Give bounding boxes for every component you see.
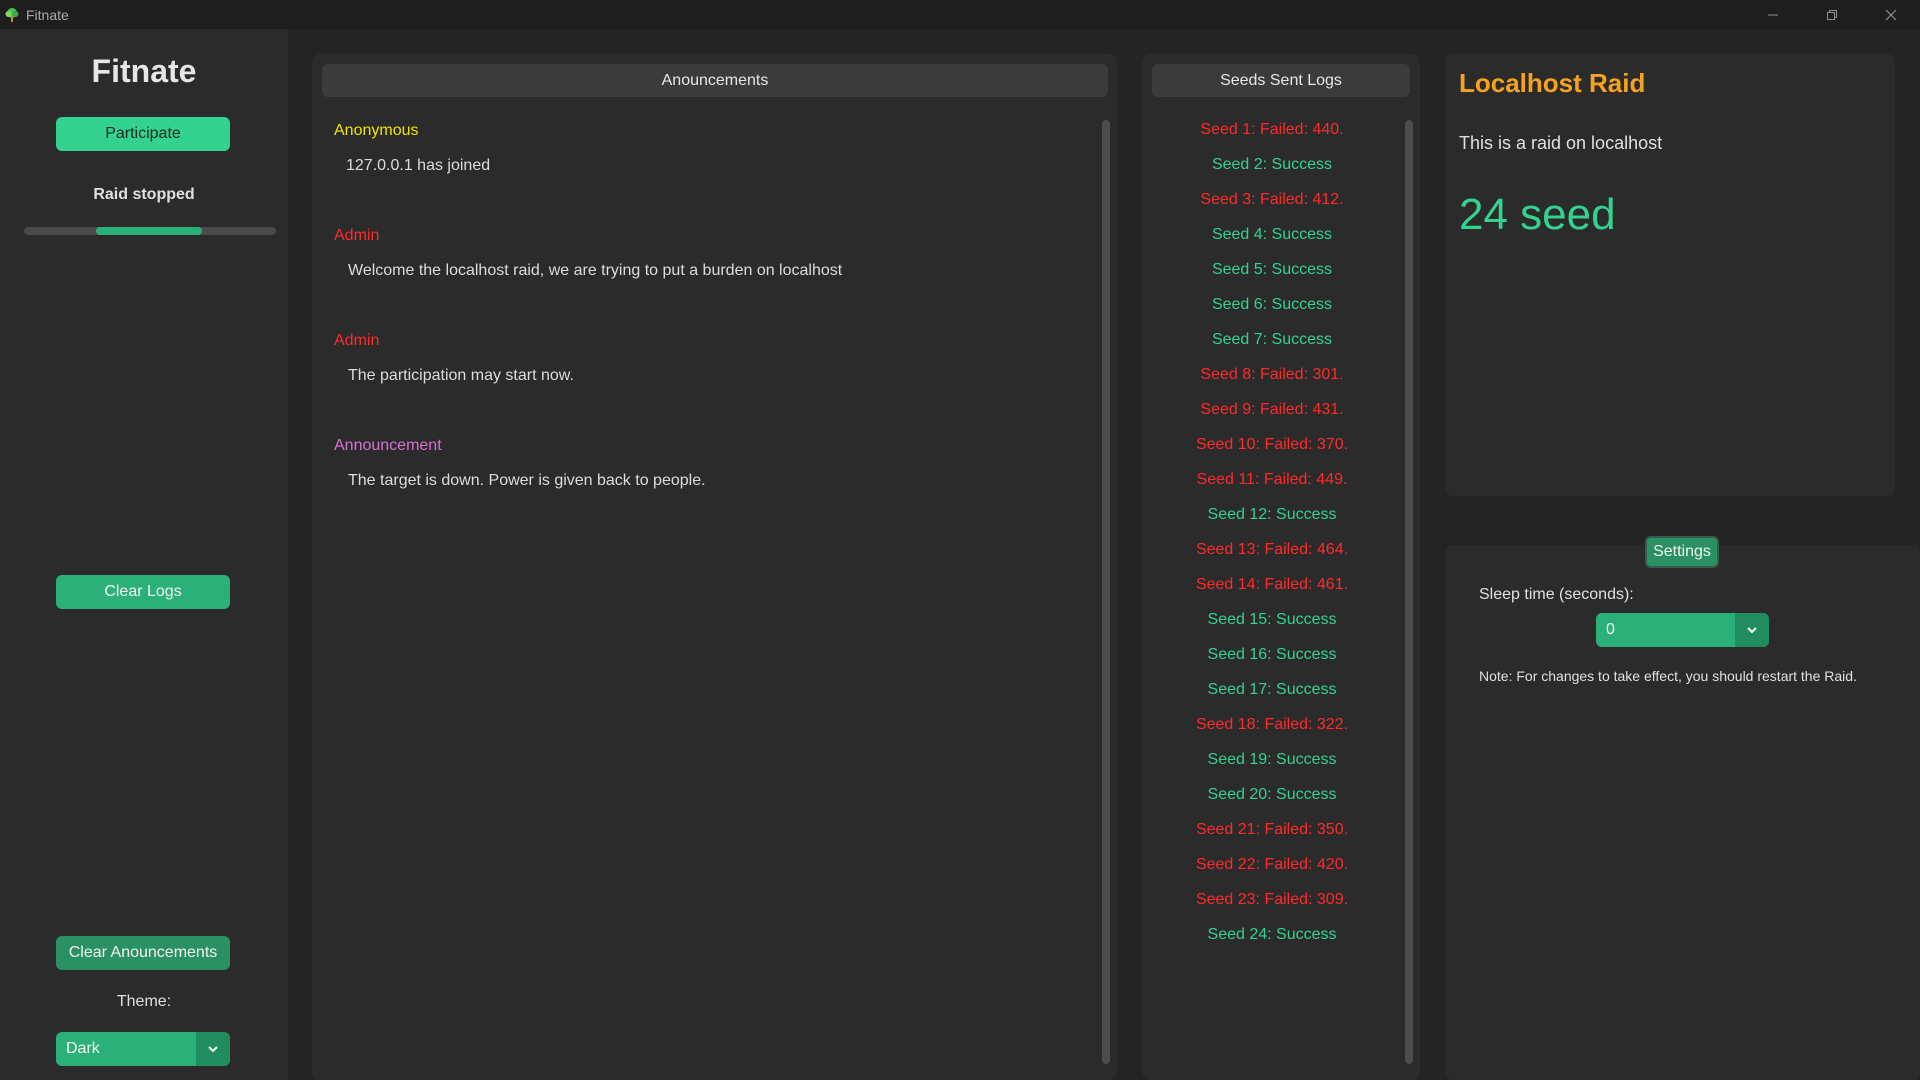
theme-select-value: Dark xyxy=(66,1040,100,1057)
progress-bar xyxy=(24,227,276,235)
title-bar: Fitnate xyxy=(0,0,1920,29)
sleep-time-select[interactable]: 0 xyxy=(1596,613,1769,647)
log-list: Seed 1: Failed: 440. Seed 2: Success Seed … xyxy=(1142,121,1402,961)
log-entry-failed: Seed 21: Failed: 350. xyxy=(1195,821,1349,838)
sleep-time-dropdown-button[interactable] xyxy=(1735,613,1769,647)
announcement-text: Welcome the localhost raid, we are tryin… xyxy=(348,262,843,279)
announcement-text: 127.0.0.1 has joined xyxy=(346,157,491,174)
log-entry-success: Seed 20: Success xyxy=(1207,786,1337,803)
announcement-author: Anonymous xyxy=(334,122,419,139)
log-entry-success: Seed 5: Success xyxy=(1211,261,1333,278)
raid-status: Raid stopped xyxy=(93,186,195,203)
seed-count: 24 seed xyxy=(1459,190,1616,239)
announcement-item: Anonymous 127.0.0.1 has joined xyxy=(334,122,1084,175)
announcement-author: Announcement xyxy=(334,437,442,454)
log-entry-failed: Seed 8: Failed: 301. xyxy=(1200,366,1344,383)
log-entry-failed: Seed 13: Failed: 464. xyxy=(1195,541,1349,558)
log-entry-success: Seed 4: Success xyxy=(1211,226,1333,243)
announcements-header: Anouncements xyxy=(322,64,1108,97)
log-entry-failed: Seed 9: Failed: 431. xyxy=(1200,401,1344,418)
logs-scrollbar[interactable] xyxy=(1405,120,1413,1064)
announcement-author: Admin xyxy=(334,332,380,349)
chevron-down-icon xyxy=(208,1046,218,1053)
raid-info-panel: Localhost Raid This is a raid on localho… xyxy=(1445,54,1895,496)
announcement-item: Announcement The target is down. Power i… xyxy=(334,437,1084,490)
participate-button[interactable]: Participate xyxy=(56,117,230,151)
raid-description: This is a raid on localhost xyxy=(1459,133,1663,153)
log-entry-failed: Seed 11: Failed: 449. xyxy=(1196,471,1348,488)
minimize-icon xyxy=(1767,14,1778,15)
logs-header: Seeds Sent Logs xyxy=(1152,64,1410,97)
clear-announcements-button[interactable]: Clear Anouncements xyxy=(56,936,230,970)
close-icon xyxy=(1885,9,1896,20)
minimize-button[interactable] xyxy=(1743,0,1802,29)
theme-dropdown-button[interactable] xyxy=(196,1032,230,1066)
raid-title: Localhost Raid xyxy=(1459,68,1646,98)
log-entry-success: Seed 6: Success xyxy=(1211,296,1333,313)
log-entry-failed: Seed 3: Failed: 412. xyxy=(1200,191,1344,208)
sleep-time-value: 0 xyxy=(1606,621,1615,638)
log-entry-failed: Seed 23: Failed: 309. xyxy=(1195,891,1349,908)
theme-select[interactable]: Dark xyxy=(56,1032,230,1066)
log-entry-success: Seed 2: Success xyxy=(1211,156,1333,173)
announcement-author: Admin xyxy=(334,227,380,244)
log-entry-success: Seed 15: Success xyxy=(1207,611,1337,628)
log-entry-failed: Seed 22: Failed: 420. xyxy=(1195,856,1349,873)
tree-icon xyxy=(5,7,19,22)
sleep-time-label: Sleep time (seconds): xyxy=(1479,586,1634,603)
log-entry-success: Seed 17: Success xyxy=(1207,681,1337,698)
log-entry-success: Seed 16: Success xyxy=(1207,646,1337,663)
window-title: Fitnate xyxy=(26,6,69,23)
restore-icon xyxy=(1826,9,1837,20)
log-entry-success: Seed 12: Success xyxy=(1207,506,1337,523)
close-button[interactable] xyxy=(1861,0,1920,29)
settings-note: Note: For changes to take effect, you sh… xyxy=(1479,668,1857,684)
announcement-item: Admin The participation may start now. xyxy=(334,332,1084,385)
app-name: Fitnate xyxy=(91,53,197,89)
log-entry-failed: Seed 18: Failed: 322. xyxy=(1195,716,1349,733)
announcements-scrollbar[interactable] xyxy=(1102,120,1110,1064)
progress-bar-fill xyxy=(96,227,202,235)
sidebar: Fitnate Participate Raid stopped Clear L… xyxy=(0,29,288,1080)
theme-label: Theme: xyxy=(116,993,172,1010)
announcement-text: The participation may start now. xyxy=(348,367,574,384)
clear-logs-button[interactable]: Clear Logs xyxy=(56,575,230,609)
log-entry-success: Seed 24: Success xyxy=(1207,926,1337,943)
logs-panel: Seeds Sent Logs Seed 1: Failed: 440. Seed… xyxy=(1142,54,1420,1080)
log-entry-success: Seed 7: Success xyxy=(1211,331,1333,348)
announcement-text: The target is down. Power is given back … xyxy=(348,472,706,489)
restore-button[interactable] xyxy=(1802,0,1861,29)
log-entry-failed: Seed 1: Failed: 440. xyxy=(1200,121,1344,138)
log-entry-failed: Seed 10: Failed: 370. xyxy=(1195,436,1349,453)
settings-button[interactable]: Settings xyxy=(1645,536,1719,568)
announcement-item: Admin Welcome the localhost raid, we are… xyxy=(334,227,1084,280)
chevron-down-icon xyxy=(1747,627,1757,634)
announcements-panel: Anouncements Anonymous 127.0.0.1 has joi… xyxy=(312,54,1117,1080)
log-entry-success: Seed 19: Success xyxy=(1207,751,1337,768)
log-entry-failed: Seed 14: Failed: 461. xyxy=(1195,576,1349,593)
